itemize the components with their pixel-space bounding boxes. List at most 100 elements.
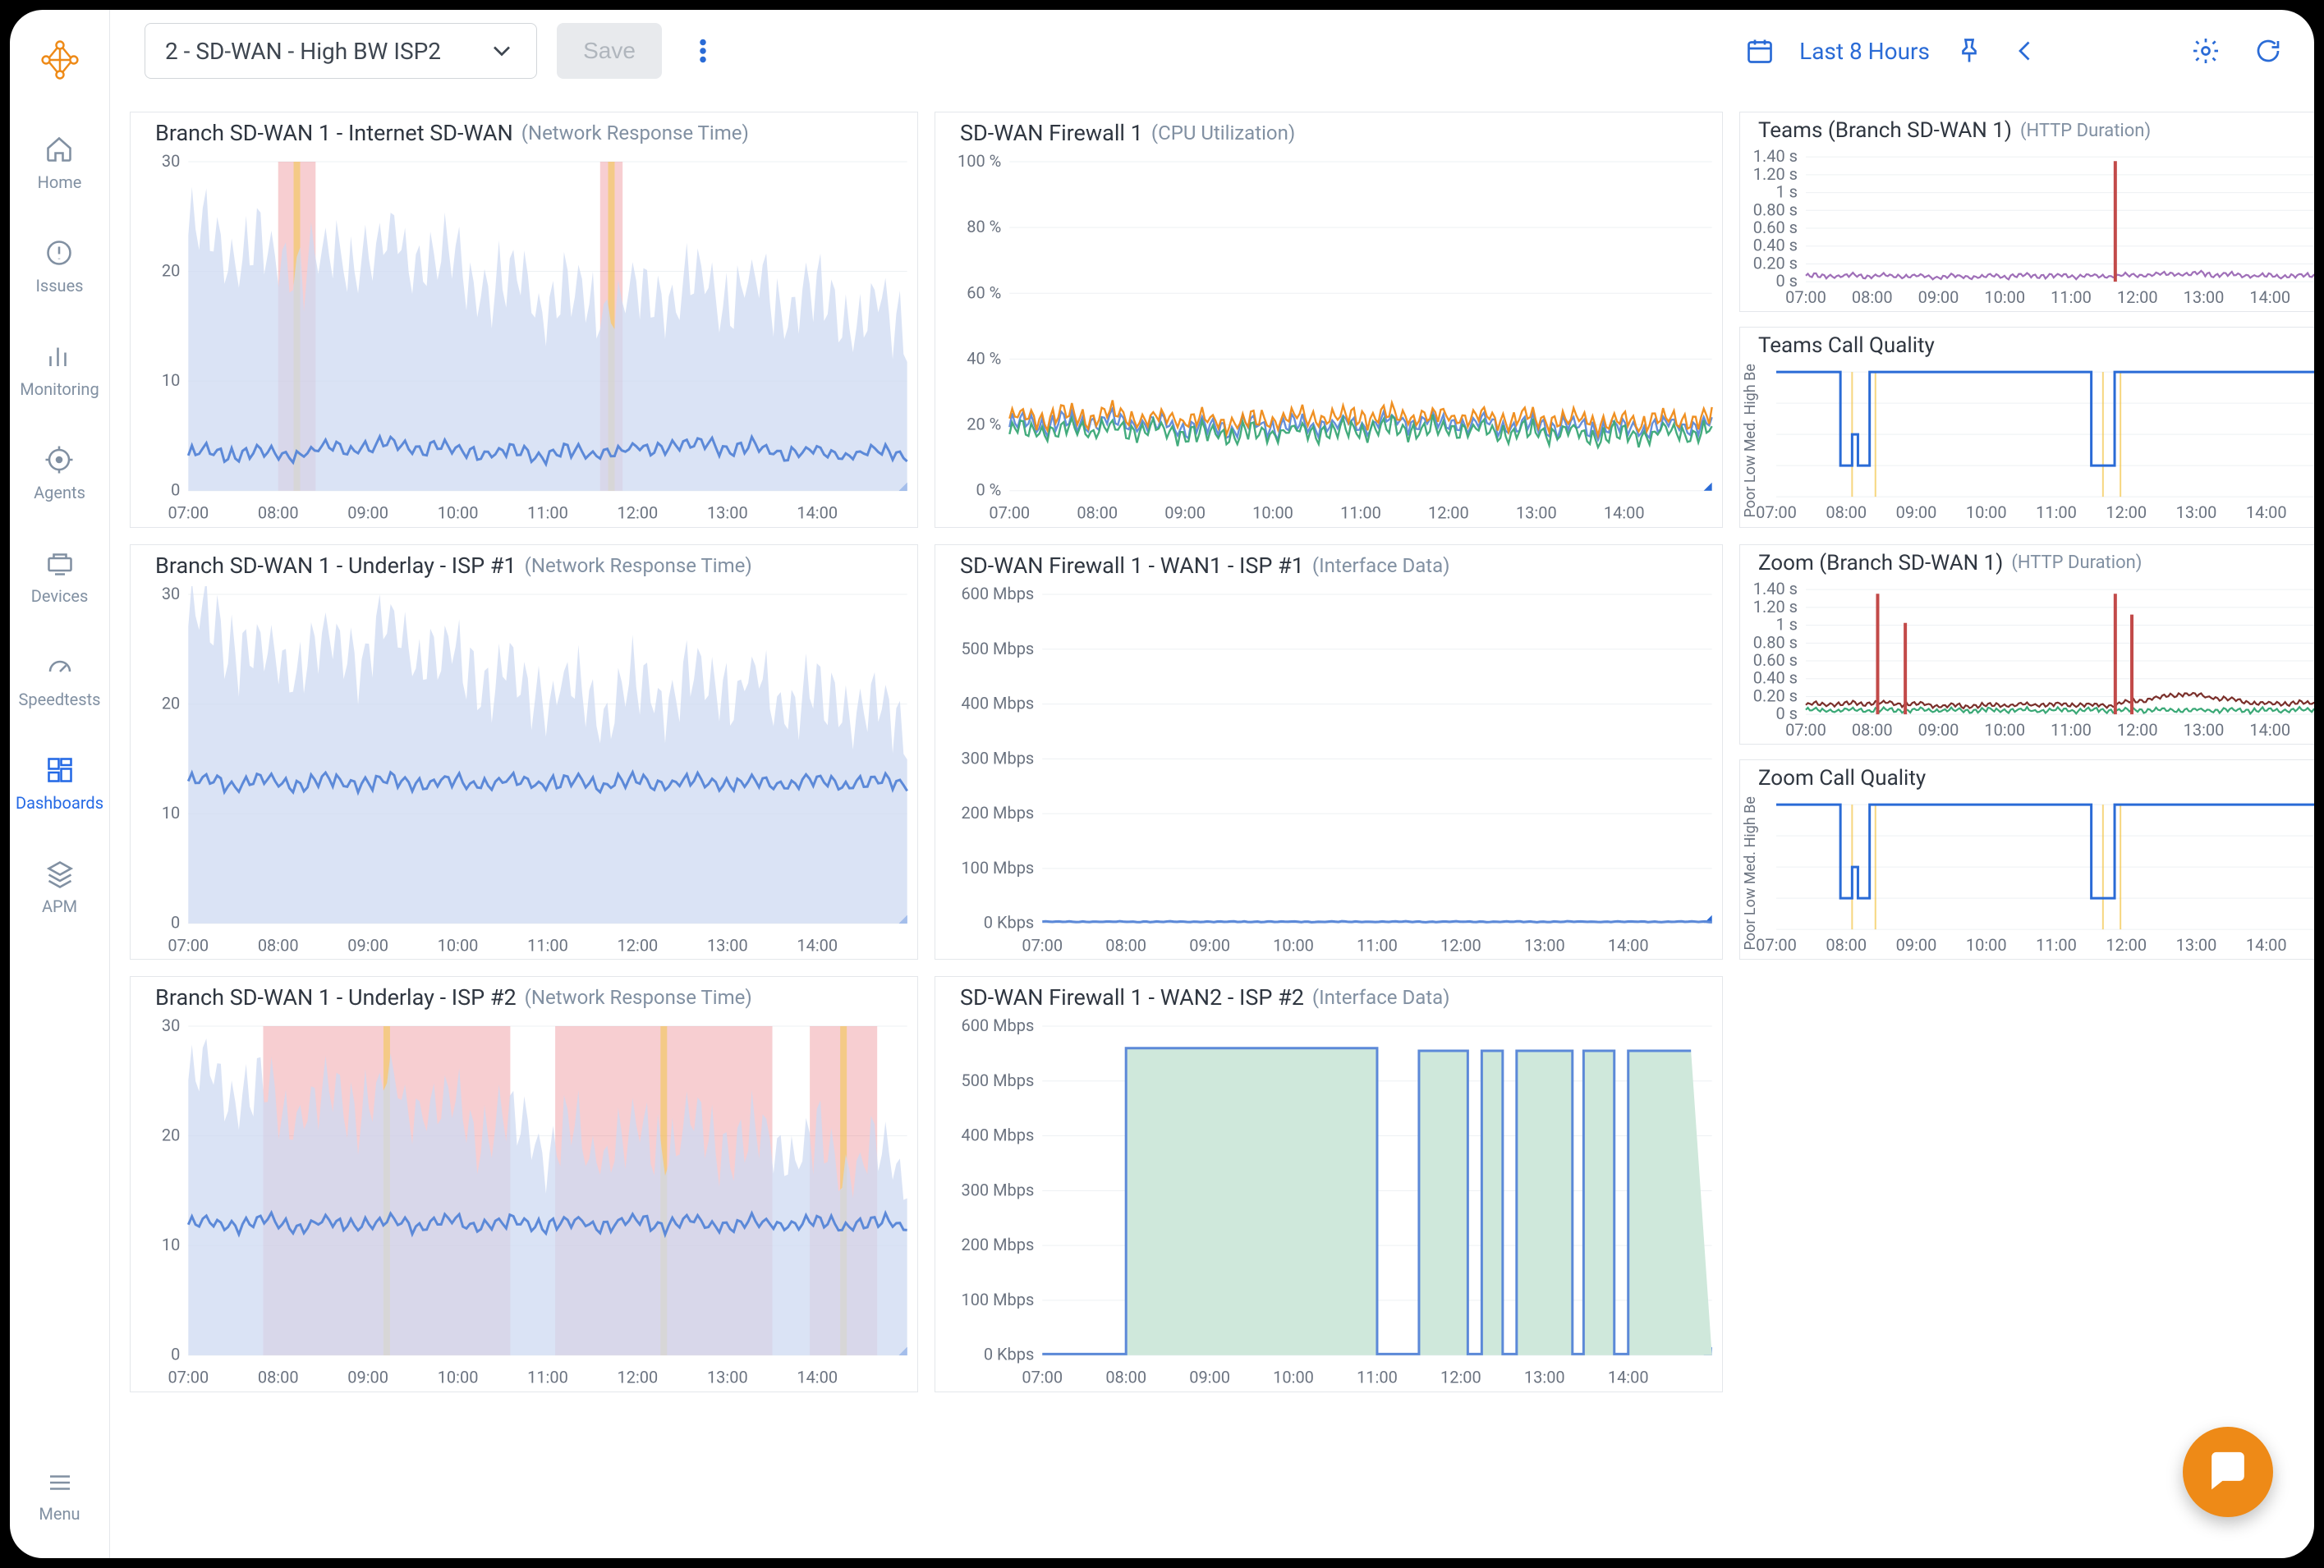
panel-subtitle: (CPU Utilization): [1151, 121, 1295, 144]
svg-text:12:00: 12:00: [618, 1368, 659, 1387]
sidebar-item-dashboards[interactable]: Dashboards: [16, 755, 103, 813]
svg-text:09:00: 09:00: [347, 1368, 388, 1387]
chevron-left-icon: [2010, 36, 2040, 66]
svg-text:07:00: 07:00: [1785, 287, 1826, 307]
bars-icon: [44, 342, 74, 371]
svg-text:30: 30: [162, 1018, 180, 1035]
svg-text:400 Mbps: 400 Mbps: [961, 1126, 1034, 1145]
panel-teams-quality[interactable]: Teams Call Quality Poor Low Med. High Be…: [1739, 327, 2314, 527]
sidebar-item-issues[interactable]: Issues: [35, 238, 83, 296]
svg-text:12:00: 12:00: [2117, 287, 2158, 307]
svg-text:11:00: 11:00: [2036, 502, 2077, 522]
chart: 010203007:0008:0009:0010:0011:0012:0013:…: [131, 1018, 917, 1391]
sidebar: Home Issues Monitoring Agents Devices Sp…: [10, 10, 110, 1558]
svg-text:09:00: 09:00: [1918, 287, 1959, 307]
panel-subtitle: (HTTP Duration): [2020, 121, 2151, 141]
sidebar-item-label: Speedtests: [19, 690, 101, 709]
svg-text:100 Mbps: 100 Mbps: [961, 858, 1034, 878]
sidebar-item-agents[interactable]: Agents: [34, 445, 85, 502]
svg-text:1 s: 1 s: [1775, 614, 1798, 634]
panel-title: Zoom (Branch SD-WAN 1): [1758, 551, 2003, 575]
panel-branch-isp1[interactable]: Branch SD-WAN 1 - Underlay - ISP #1(Netw…: [130, 544, 918, 961]
sidebar-item-speedtests[interactable]: Speedtests: [19, 652, 101, 709]
svg-text:80 %: 80 %: [967, 217, 1001, 236]
svg-text:14:00: 14:00: [2246, 935, 2287, 955]
settings-button[interactable]: [2184, 23, 2227, 79]
svg-text:0 %: 0 %: [976, 480, 1001, 500]
panel-title: Zoom Call Quality: [1758, 766, 1926, 791]
panel-teams-http[interactable]: Teams (Branch SD-WAN 1)(HTTP Duration) 0…: [1739, 112, 2314, 312]
chart: Poor Low Med. High Best07:0008:0009:0010…: [1740, 364, 2314, 526]
svg-text:09:00: 09:00: [347, 935, 388, 955]
more-actions-button[interactable]: [682, 23, 724, 79]
svg-text:11:00: 11:00: [2051, 287, 2092, 307]
sidebar-item-monitoring[interactable]: Monitoring: [20, 342, 99, 399]
svg-text:11:00: 11:00: [527, 935, 568, 955]
svg-text:08:00: 08:00: [1105, 935, 1146, 955]
svg-text:1.40 s: 1.40 s: [1753, 581, 1798, 598]
empty-cell: [1739, 976, 2314, 1392]
time-range-picker[interactable]: Last 8 Hours: [1745, 36, 1984, 66]
svg-text:300 Mbps: 300 Mbps: [961, 1181, 1034, 1200]
dashboard-selector[interactable]: 2 - SD-WAN - High BW ISP2: [145, 23, 537, 79]
svg-text:07:00: 07:00: [1022, 935, 1063, 955]
save-button[interactable]: Save: [557, 23, 662, 79]
svg-text:13:00: 13:00: [707, 1368, 748, 1387]
chevron-down-icon: [487, 36, 517, 66]
panel-branch-internet-sdwan[interactable]: Branch SD-WAN 1 - Internet SD-WAN(Networ…: [130, 112, 918, 528]
svg-text:08:00: 08:00: [258, 935, 299, 955]
svg-text:10:00: 10:00: [1273, 1368, 1314, 1387]
svg-text:0.40 s: 0.40 s: [1753, 667, 1798, 687]
svg-text:200 Mbps: 200 Mbps: [961, 803, 1034, 823]
svg-text:12:00: 12:00: [1440, 935, 1481, 955]
speedometer-icon: [45, 652, 75, 681]
svg-text:0: 0: [171, 480, 180, 500]
svg-text:09:00: 09:00: [1896, 502, 1937, 522]
panel-title: Branch SD-WAN 1 - Underlay - ISP #2: [155, 984, 517, 1011]
chart: 0 Kbps100 Mbps200 Mbps300 Mbps400 Mbps50…: [935, 1018, 1722, 1391]
svg-text:Poor Low Med. High Best: Poor Low Med. High Best: [1742, 364, 1759, 517]
chart: 0 Kbps100 Mbps200 Mbps300 Mbps400 Mbps50…: [935, 586, 1722, 960]
panel-firewall-wan2[interactable]: SD-WAN Firewall 1 - WAN2 - ISP #2(Interf…: [935, 976, 1723, 1392]
panel-branch-isp2[interactable]: Branch SD-WAN 1 - Underlay - ISP #2(Netw…: [130, 976, 918, 1392]
svg-text:08:00: 08:00: [1852, 287, 1893, 307]
panel-firewall-cpu[interactable]: SD-WAN Firewall 1(CPU Utilization) 0 %20…: [935, 112, 1723, 528]
svg-text:11:00: 11:00: [2051, 720, 2092, 740]
svg-text:10:00: 10:00: [1984, 720, 2025, 740]
svg-text:1.40 s: 1.40 s: [1753, 149, 1798, 166]
dashboard-grid: Branch SD-WAN 1 - Internet SD-WAN(Networ…: [110, 92, 2314, 1558]
chart: Poor Low Med. High Best07:0008:0009:0010…: [1740, 796, 2314, 959]
chat-help-button[interactable]: [2183, 1427, 2273, 1517]
sidebar-item-home[interactable]: Home: [38, 135, 82, 192]
chat-icon: [2205, 1447, 2251, 1497]
svg-text:0: 0: [171, 912, 180, 932]
sidebar-menu[interactable]: Menu: [10, 1468, 109, 1524]
sidebar-item-devices[interactable]: Devices: [31, 548, 89, 606]
previous-range-button[interactable]: [2004, 23, 2046, 79]
panel-subtitle: (HTTP Duration): [2011, 552, 2142, 573]
svg-text:14:00: 14:00: [1604, 503, 1645, 523]
sidebar-item-apm[interactable]: APM: [42, 859, 77, 916]
panel-zoom-quality[interactable]: Zoom Call Quality Poor Low Med. High Bes…: [1739, 759, 2314, 960]
svg-text:09:00: 09:00: [1164, 503, 1206, 523]
svg-text:0.60 s: 0.60 s: [1753, 650, 1798, 670]
svg-text:07:00: 07:00: [1756, 502, 1797, 522]
refresh-button[interactable]: [2247, 23, 2290, 79]
svg-text:09:00: 09:00: [1896, 935, 1937, 955]
svg-text:0 Kbps: 0 Kbps: [984, 912, 1034, 932]
svg-text:60 %: 60 %: [967, 282, 1001, 302]
svg-text:1.20 s: 1.20 s: [1753, 597, 1798, 617]
svg-text:14:00: 14:00: [1608, 935, 1649, 955]
svg-text:14:00: 14:00: [2246, 502, 2287, 522]
panel-zoom-http[interactable]: Zoom (Branch SD-WAN 1)(HTTP Duration) 0 …: [1739, 544, 2314, 745]
dashboard-selector-value: 2 - SD-WAN - High BW ISP2: [165, 38, 441, 65]
svg-text:13:00: 13:00: [2176, 935, 2217, 955]
svg-text:0.40 s: 0.40 s: [1753, 236, 1798, 255]
svg-text:10:00: 10:00: [1273, 935, 1314, 955]
svg-text:14:00: 14:00: [2249, 287, 2290, 307]
panel-firewall-wan1[interactable]: SD-WAN Firewall 1 - WAN1 - ISP #1(Interf…: [935, 544, 1723, 961]
svg-text:09:00: 09:00: [1189, 1368, 1230, 1387]
chart: 010203007:0008:0009:0010:0011:0012:0013:…: [131, 586, 917, 960]
svg-text:13:00: 13:00: [707, 935, 748, 955]
svg-text:0.80 s: 0.80 s: [1753, 199, 1798, 219]
